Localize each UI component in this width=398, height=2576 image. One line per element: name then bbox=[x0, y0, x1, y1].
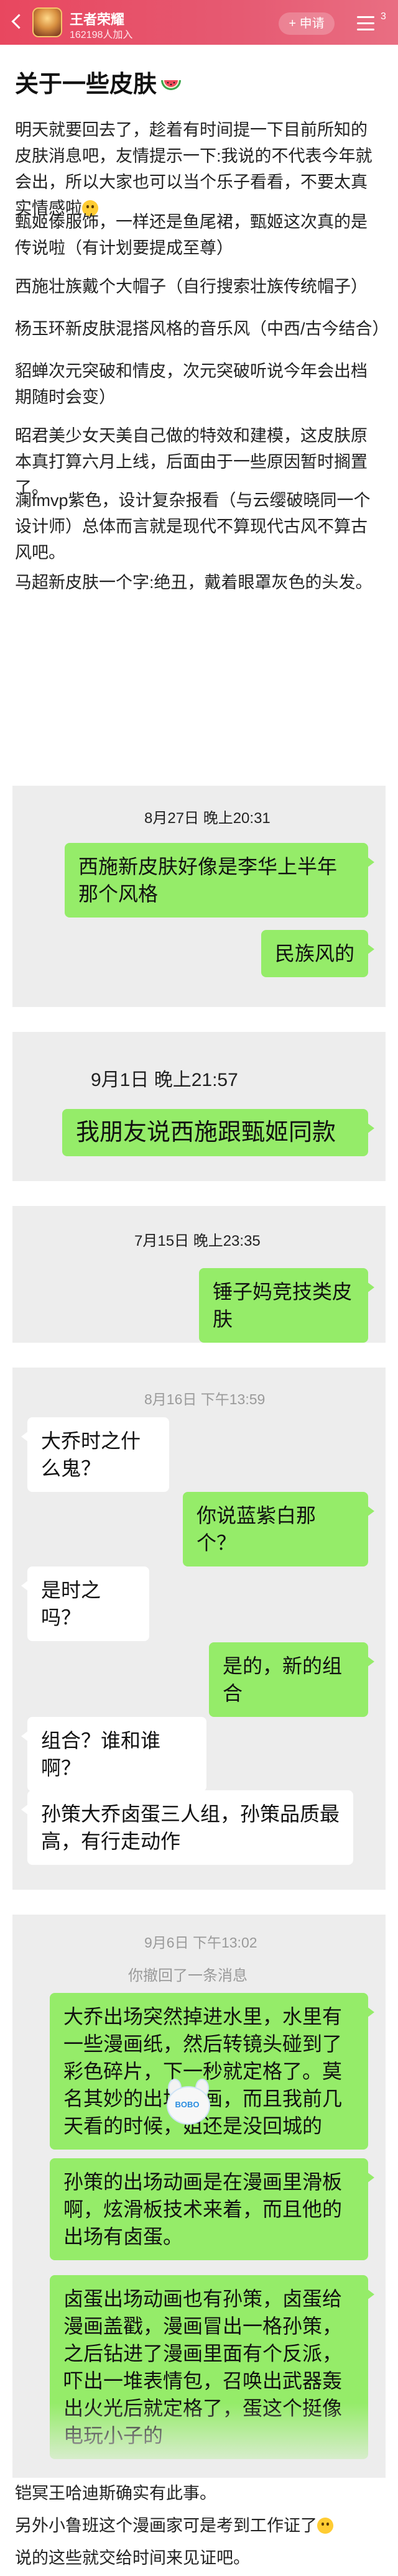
apply-button[interactable]: + 申请 bbox=[279, 12, 335, 35]
post-title: 关于一些皮肤 bbox=[15, 65, 182, 99]
menu-icon[interactable] bbox=[353, 12, 381, 35]
chat-timestamp: 7月15日 晚上23:35 bbox=[134, 1233, 261, 1249]
post-paragraph: 铠冥王哈迪斯确实有此事。 bbox=[15, 2484, 216, 2503]
post-paragraph: 西施壮族戴个大帽子（自行搜索壮族传统帽子） bbox=[15, 277, 368, 296]
post-paragraph: 貂蝉次元突破和情皮，次元突破听说今年会出档期随时会变） bbox=[15, 362, 368, 407]
chat-bubble-sent: 锤子妈竞技类皮肤 bbox=[199, 1268, 374, 1343]
chat-screenshot: 7月15日 晚上23:35 锤子妈竞技类皮肤 bbox=[12, 1206, 386, 1343]
chat-bubble-sent: 你说蓝紫白那个？ bbox=[183, 1492, 374, 1566]
chat-timestamp: 9月1日 晚上21:57 bbox=[91, 1070, 238, 1090]
forum-avatar[interactable] bbox=[32, 7, 62, 37]
post-paragraph: 说的这些就交给时间来见证吧。 bbox=[15, 2549, 250, 2567]
bobo-sticker-icon: BOBO bbox=[160, 2077, 214, 2131]
sticker-label: BOBO bbox=[175, 2100, 200, 2109]
post-paragraph: 马超新皮肤一个字:绝丑，戴着眼罩灰色的头发。 bbox=[15, 573, 373, 592]
chat-timestamp: 8月27日 晚上20:31 bbox=[144, 810, 271, 827]
back-arrow-icon[interactable] bbox=[9, 12, 26, 30]
grin-emoji-icon bbox=[317, 2518, 333, 2534]
post-title-text: 关于一些皮肤 bbox=[15, 71, 157, 98]
chat-bubble-received: 孙策大乔卤蛋三人组，孙策品质最高，有行走动作 bbox=[21, 1790, 353, 1865]
chat-timestamp: 9月6日 下午13:02 bbox=[144, 1934, 257, 1951]
post-paragraph: 杨玉环新皮肤混搭风格的音乐风（中西/古今结合） bbox=[15, 320, 389, 338]
recalled-message-notice: 你撤回了一条消息 bbox=[128, 1967, 248, 1984]
watermelon-icon bbox=[161, 80, 182, 90]
notification-count: 3 bbox=[381, 11, 386, 22]
fade-overlay bbox=[12, 2403, 386, 2478]
chat-bubble-sent: 我朋友说西施跟甄姬同款 bbox=[62, 1109, 374, 1156]
chat-bubble-received: 是时之吗？ bbox=[21, 1566, 149, 1641]
chat-bubble-received: 大乔时之什么鬼？ bbox=[21, 1417, 169, 1492]
post-paragraph: 另外小鲁班这个漫画家可是考到工作证了 bbox=[15, 2513, 383, 2539]
forum-member-count: 162198人加入 bbox=[70, 30, 133, 40]
chat-screenshot: 9月1日 晚上21:57 我朋友说西施跟甄姬同款 bbox=[12, 1032, 386, 1181]
forum-header: 王者荣耀 162198人加入 + 申请 3 bbox=[0, 0, 398, 45]
chat-screenshot: 8月16日 下午13:59 大乔时之什么鬼？ 你说蓝紫白那个？ 是时之吗？ 是的… bbox=[12, 1368, 386, 1890]
chat-bubble-sent: 是的，新的组合 bbox=[209, 1642, 374, 1717]
chat-screenshot: 8月27日 晚上20:31 西施新皮肤好像是李华上半年那个风格 民族风的 bbox=[12, 786, 386, 1007]
chat-bubble-sent: 孙策的出场动画是在漫画里滑板啊，炫滑板技术来着，而且他的出场有卤蛋。 bbox=[50, 2158, 374, 2260]
chat-screenshot: 9月6日 下午13:02 你撤回了一条消息 大乔出场突然掉进水里，水里有一些漫画… bbox=[12, 1915, 386, 2478]
post-paragraph: 明天就要回去了，趁着有时间提一下目前所知的皮肤消息吧，友情提示一下:我说的不代表… bbox=[15, 121, 373, 218]
chat-bubble-sent: 西施新皮肤好像是李华上半年那个风格 bbox=[65, 843, 374, 918]
chat-bubble-sent: 民族风的 bbox=[261, 930, 374, 977]
post-paragraph: 澜fmvp紫色，设计复杂报看（与云缨破晓同一个设计师）总体而言就是现代不算现代古… bbox=[15, 491, 371, 562]
post-paragraph: 甄姬傣服饰，一样还是鱼尾裙，甄姬这次真的是传说啦（有计划要提成至尊） bbox=[15, 213, 368, 257]
chat-bubble-received: 组合？谁和谁啊？ bbox=[21, 1717, 206, 1792]
chat-timestamp: 8月16日 下午13:59 bbox=[144, 1391, 266, 1407]
